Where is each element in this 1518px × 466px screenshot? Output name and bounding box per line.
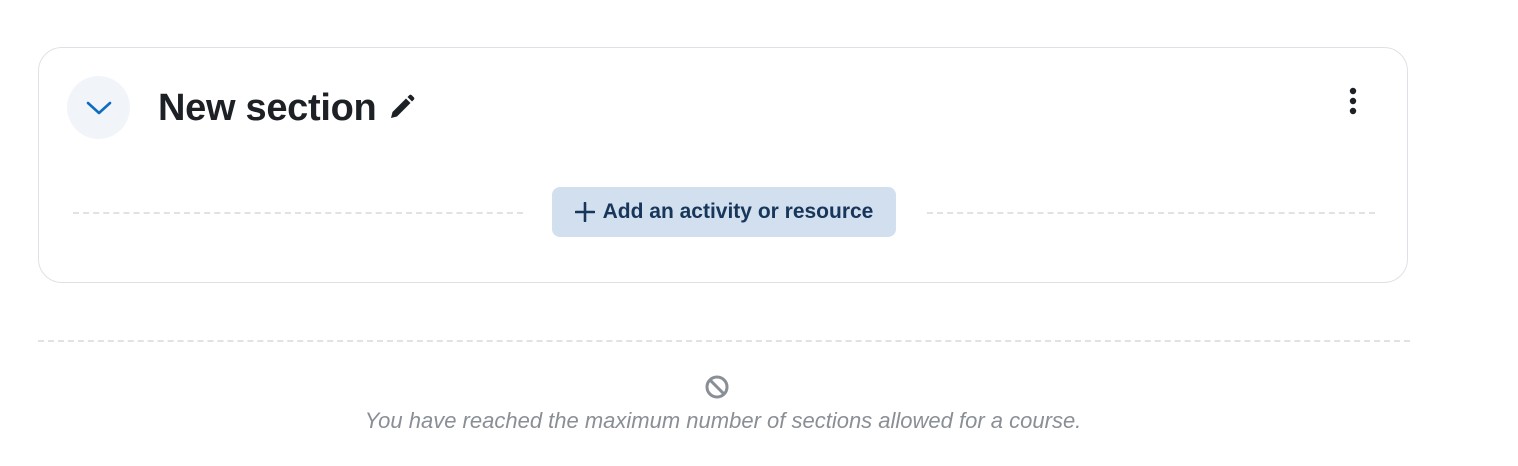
course-section-card: New section Add an activity or resource — [38, 47, 1408, 283]
section-title: New section — [158, 87, 377, 129]
section-menu-button[interactable] — [1335, 84, 1371, 124]
ban-icon — [704, 374, 730, 400]
activity-divider-right — [927, 212, 1375, 214]
collapse-section-button[interactable] — [67, 76, 130, 139]
plus-icon — [574, 202, 595, 222]
activity-divider-left — [73, 212, 523, 214]
section-header: New section — [158, 84, 416, 132]
add-activity-button[interactable]: Add an activity or resource — [552, 187, 896, 237]
kebab-menu-icon — [1348, 87, 1358, 122]
chevron-down-icon — [86, 100, 112, 116]
max-sections-message: You have reached the maximum number of s… — [364, 408, 1082, 433]
section-list-divider — [38, 340, 1410, 342]
add-activity-label: Add an activity or resource — [602, 200, 874, 223]
pencil-icon[interactable] — [386, 93, 416, 123]
